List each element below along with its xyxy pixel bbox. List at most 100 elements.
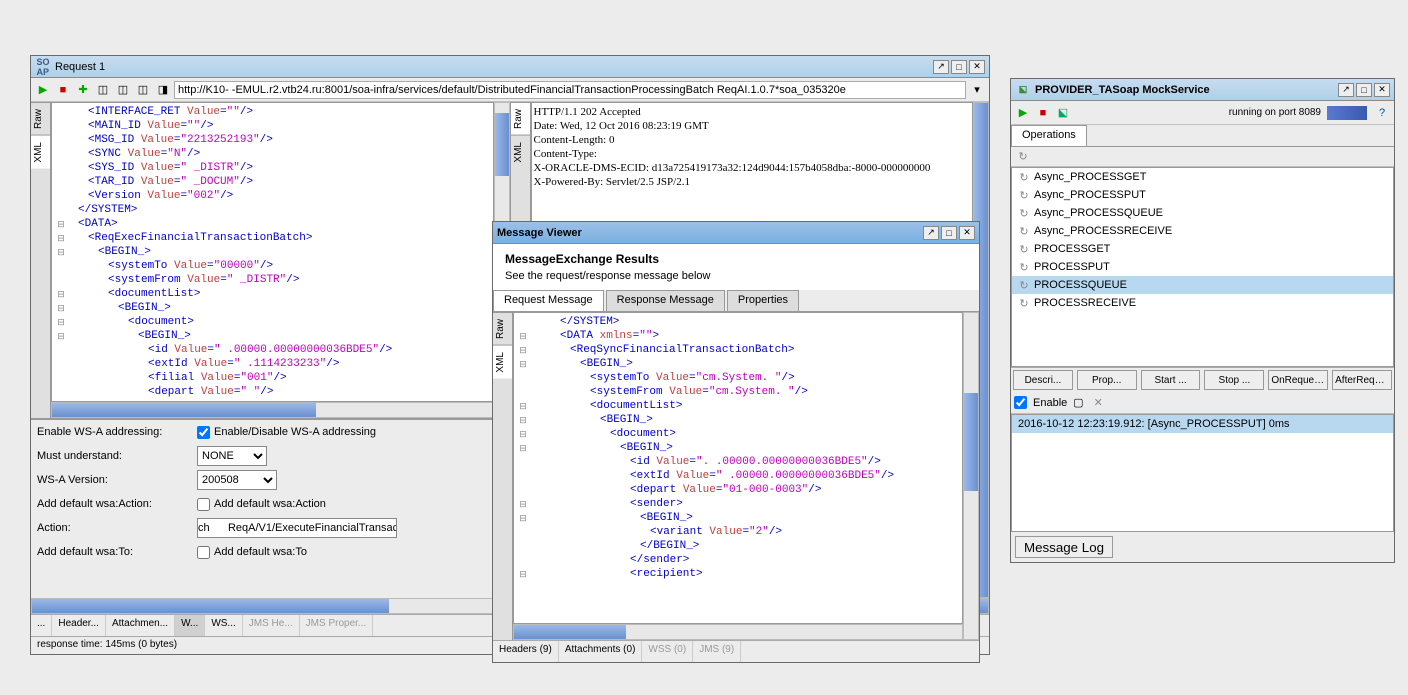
add-action-checkbox[interactable] bbox=[197, 498, 210, 511]
url-input[interactable]: http://K10- -EMUL.r2.vtb24.ru:8001/soa-i… bbox=[174, 81, 966, 99]
request-title: Request 1 bbox=[55, 61, 933, 73]
refresh-icon[interactable]: ↻ bbox=[1014, 148, 1032, 166]
form-scrollbar[interactable] bbox=[31, 598, 510, 614]
add-to-checkbox[interactable] bbox=[197, 546, 210, 559]
action-input[interactable] bbox=[197, 518, 397, 538]
bottom-tab[interactable]: W... bbox=[175, 615, 205, 636]
mock-titlebar[interactable]: ⬕ PROVIDER_TASoap MockService ↗ □ ✕ bbox=[1011, 79, 1394, 101]
operation-item[interactable]: ↻PROCESSRECEIVE bbox=[1012, 294, 1393, 312]
add-button[interactable]: ✚ bbox=[74, 81, 92, 99]
mock-stop-button[interactable]: ■ bbox=[1034, 104, 1052, 122]
mock-action-button[interactable]: Start ... bbox=[1141, 370, 1201, 390]
operation-item[interactable]: ↻Async_PROCESSPUT bbox=[1012, 186, 1393, 204]
close-icon[interactable]: ✕ bbox=[1374, 83, 1390, 97]
bottom-tab[interactable]: ... bbox=[31, 615, 52, 636]
log-entry[interactable]: 2016-10-12 12:23:19.912: [Async_PROCESSP… bbox=[1012, 415, 1393, 433]
msgviewer-tabs: Request MessageResponse MessagePropertie… bbox=[493, 290, 979, 312]
restore-icon[interactable]: ↗ bbox=[933, 60, 949, 74]
enable-wsa-checkbox[interactable] bbox=[197, 426, 210, 439]
mockservice-window: ⬕ PROVIDER_TASoap MockService ↗ □ ✕ ▶ ■ … bbox=[1010, 78, 1395, 563]
maximize-icon[interactable]: □ bbox=[951, 60, 967, 74]
operation-item[interactable]: ↻PROCESSPUT bbox=[1012, 258, 1393, 276]
stop-button[interactable]: ■ bbox=[54, 81, 72, 99]
wsa-version-label: WS-A Version: bbox=[37, 474, 197, 486]
msgviewer-tab[interactable]: Request Message bbox=[493, 290, 604, 311]
must-understand-label: Must understand: bbox=[37, 450, 197, 462]
tool-button-4[interactable]: ◨ bbox=[154, 81, 172, 99]
wsa-form: Enable WS-A addressing:Enable/Disable WS… bbox=[31, 418, 510, 598]
message-log-button[interactable]: Message Log bbox=[1015, 536, 1113, 558]
mock-action-button[interactable]: Descri... bbox=[1013, 370, 1073, 390]
msgviewer-titlebar[interactable]: Message Viewer ↗ □ ✕ bbox=[493, 222, 979, 244]
msgviewer-bottom-tabs: Headers (9)Attachments (0)WSS (0)JMS (9) bbox=[493, 640, 979, 662]
tool-button-3[interactable]: ◫ bbox=[134, 81, 152, 99]
tool-button-2[interactable]: ◫ bbox=[114, 81, 132, 99]
mock-run-button[interactable]: ▶ bbox=[1014, 104, 1032, 122]
run-button[interactable]: ▶ bbox=[34, 81, 52, 99]
msgviewer-sub: See the request/response message below bbox=[505, 270, 967, 282]
restore-icon[interactable]: ↗ bbox=[923, 226, 939, 240]
mock-options-button[interactable]: ⬕ bbox=[1054, 104, 1072, 122]
help-icon[interactable]: ? bbox=[1373, 104, 1391, 122]
ops-toolbar: ↻ bbox=[1011, 147, 1394, 167]
msgviewer-bottom-tab[interactable]: WSS (0) bbox=[642, 641, 693, 662]
vtab-raw-resp[interactable]: Raw bbox=[511, 102, 530, 135]
must-understand-select[interactable]: NONE bbox=[197, 446, 267, 466]
msgviewer-tab[interactable]: Response Message bbox=[606, 290, 725, 311]
bottom-tab[interactable]: Header... bbox=[52, 615, 106, 636]
clear-log-icon[interactable]: ▢ bbox=[1069, 394, 1087, 412]
wsa-version-select[interactable]: 200508 bbox=[197, 470, 277, 490]
mock-action-button[interactable]: Prop... bbox=[1077, 370, 1137, 390]
scrollbar-h[interactable] bbox=[51, 402, 494, 418]
operation-item[interactable]: ↻Async_PROCESSRECEIVE bbox=[1012, 222, 1393, 240]
mock-action-buttons: Descri...Prop...Start ...Stop ...OnReque… bbox=[1011, 367, 1394, 392]
bottom-tab[interactable]: Attachmen... bbox=[106, 615, 175, 636]
dropdown-icon[interactable]: ▾ bbox=[968, 81, 986, 99]
close-icon[interactable]: ✕ bbox=[959, 226, 975, 240]
operation-item[interactable]: ↻PROCESSGET bbox=[1012, 240, 1393, 258]
operation-item[interactable]: ↻Async_PROCESSQUEUE bbox=[1012, 204, 1393, 222]
request-titlebar[interactable]: SOAP Request 1 ↗ □ ✕ bbox=[31, 56, 989, 78]
mv-vtab-xml[interactable]: XML bbox=[493, 345, 512, 379]
msgviewer-bottom-tab[interactable]: JMS (9) bbox=[693, 641, 741, 662]
enable-wsa-text: Enable/Disable WS-A addressing bbox=[214, 426, 376, 438]
enable-log-label: Enable bbox=[1033, 397, 1067, 409]
mock-action-button[interactable]: OnReques... bbox=[1268, 370, 1328, 390]
msgviewer-tab[interactable]: Properties bbox=[727, 290, 799, 311]
mock-action-button[interactable]: AfterReques... bbox=[1332, 370, 1392, 390]
bottom-tab[interactable]: JMS Proper... bbox=[300, 615, 374, 636]
log-list: 2016-10-12 12:23:19.912: [Async_PROCESSP… bbox=[1011, 414, 1394, 532]
operation-item[interactable]: ↻Async_PROCESSGET bbox=[1012, 168, 1393, 186]
msgviewer-heading: MessageExchange Results bbox=[505, 252, 967, 266]
request-bottom-tabs: ...Header...Attachmen...W...WS...JMS He.… bbox=[31, 614, 510, 636]
mock-icon: ⬕ bbox=[1015, 82, 1031, 98]
operation-item[interactable]: ↻PROCESSQUEUE bbox=[1012, 276, 1393, 294]
request-xml-pane[interactable]: <INTERFACE_RET Value=""/><MAIN_ID Value=… bbox=[51, 102, 494, 402]
close-icon[interactable]: ✕ bbox=[969, 60, 985, 74]
tool-button-1[interactable]: ◫ bbox=[94, 81, 112, 99]
request-toolbar: ▶ ■ ✚ ◫ ◫ ◫ ◨ http://K10- -EMUL.r2.vtb24… bbox=[31, 78, 989, 102]
msgviewer-xml-pane[interactable]: </SYSTEM>⊟<DATA xmlns="">⊟<ReqSyncFinanc… bbox=[513, 312, 963, 624]
mock-action-button[interactable]: Stop ... bbox=[1204, 370, 1264, 390]
msgviewer-bottom-tab[interactable]: Attachments (0) bbox=[559, 641, 643, 662]
msgviewer-bottom-tab[interactable]: Headers (9) bbox=[493, 641, 559, 662]
enable-log-checkbox[interactable] bbox=[1014, 396, 1027, 409]
add-action-label: Add default wsa:Action: bbox=[37, 498, 197, 510]
maximize-icon[interactable]: □ bbox=[941, 226, 957, 240]
vtab-xml[interactable]: XML bbox=[31, 135, 50, 169]
tab-operations[interactable]: Operations bbox=[1011, 125, 1087, 146]
vtab-raw[interactable]: Raw bbox=[31, 102, 50, 135]
restore-icon[interactable]: ↗ bbox=[1338, 83, 1354, 97]
bottom-tab[interactable]: WS... bbox=[205, 615, 242, 636]
message-viewer-window: Message Viewer ↗ □ ✕ MessageExchange Res… bbox=[492, 221, 980, 663]
mv-scrollbar-v[interactable] bbox=[963, 312, 979, 640]
bottom-tab[interactable]: JMS He... bbox=[243, 615, 300, 636]
msgviewer-title: Message Viewer bbox=[497, 227, 923, 239]
maximize-icon[interactable]: □ bbox=[1356, 83, 1372, 97]
settings-icon[interactable]: ✕ bbox=[1089, 394, 1107, 412]
mv-vtab-raw[interactable]: Raw bbox=[493, 312, 512, 345]
operations-list: ↻Async_PROCESSGET↻Async_PROCESSPUT↻Async… bbox=[1011, 167, 1394, 367]
mv-scrollbar-h[interactable] bbox=[513, 624, 963, 640]
progress-bar bbox=[1327, 106, 1367, 120]
vtab-xml-resp[interactable]: XML bbox=[511, 135, 530, 169]
